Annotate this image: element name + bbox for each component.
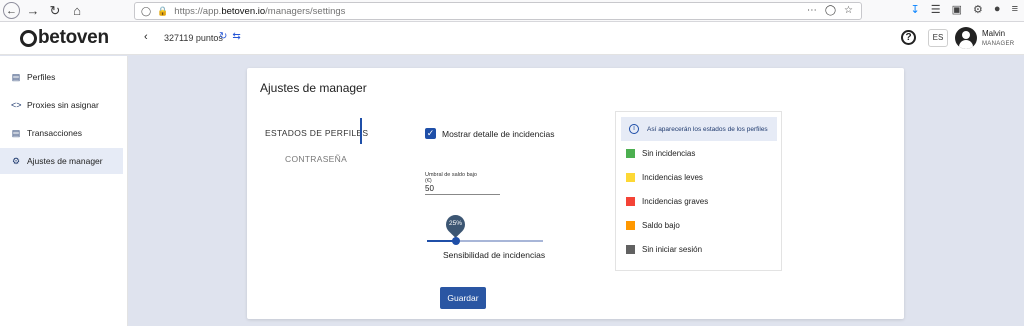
sidebar: ▤ Perfiles <> Proxies sin asignar ▤ Tran… xyxy=(0,56,128,326)
shield-icon: ◯ xyxy=(141,5,152,16)
show-incidents-checkbox[interactable]: ✓ xyxy=(425,128,436,139)
sidebar-item-proxies[interactable]: <> Proxies sin asignar xyxy=(0,92,123,118)
download-icon[interactable]: ↧ xyxy=(911,3,920,16)
status-swatch-yellow xyxy=(626,173,635,182)
threshold-input[interactable]: 50 xyxy=(425,184,434,193)
info-icon: i xyxy=(629,124,639,134)
legend-item: Sin incidencias xyxy=(626,149,695,158)
help-icon[interactable]: ? xyxy=(901,30,916,45)
legend-item: Incidencias graves xyxy=(626,197,708,206)
tab-contrasena[interactable]: CONTRASEÑA xyxy=(285,154,347,164)
bookmark-star-icon[interactable]: ☆ xyxy=(844,5,853,16)
status-swatch-orange xyxy=(626,221,635,230)
page-actions-icon[interactable]: ⋯ xyxy=(807,5,817,16)
browser-toolbar: ← → ↻ ⌂ ◯ 🔒 https://app.betoven.io/manag… xyxy=(0,0,1024,22)
points-balance: 327119 puntos xyxy=(164,33,223,43)
extension-icon[interactable]: ⚙ xyxy=(973,3,983,16)
firefox-account-icon[interactable]: ● xyxy=(994,3,1001,16)
document-icon: ▤ xyxy=(11,127,21,138)
menu-icon[interactable]: ≡ xyxy=(1012,3,1018,16)
user-name: Malvin xyxy=(982,29,1006,38)
avatar[interactable] xyxy=(955,27,977,49)
profile-card-icon: ▤ xyxy=(11,71,21,82)
slider-label: Sensibilidad de incidencias xyxy=(443,250,546,260)
status-swatch-gray xyxy=(626,245,635,254)
checkbox-label: Mostrar detalle de incidencias xyxy=(442,129,555,139)
collapse-chevron-icon[interactable]: ‹ xyxy=(144,31,148,43)
active-tab-indicator xyxy=(360,118,362,144)
browser-home-icon[interactable]: ⌂ xyxy=(68,2,86,20)
browser-forward-icon[interactable]: → xyxy=(24,2,42,20)
legend-item: Incidencias leves xyxy=(626,173,703,182)
lock-icon: 🔒 xyxy=(157,5,169,16)
status-legend: i Así aparecerán los estados de los perf… xyxy=(615,111,782,271)
logo[interactable]: betoven xyxy=(20,27,109,49)
tab-estados-perfiles[interactable]: ESTADOS DE PERFILES xyxy=(265,128,368,138)
language-button[interactable]: ES xyxy=(928,29,948,47)
legend-info-banner: i Así aparecerán los estados de los perf… xyxy=(621,117,777,141)
status-swatch-green xyxy=(626,149,635,158)
legend-item: Sin iniciar sesión xyxy=(626,245,702,254)
threshold-input-underline xyxy=(425,194,500,195)
refresh-icon[interactable]: ↻ xyxy=(219,31,227,42)
swap-icon[interactable]: ⇆ xyxy=(232,31,240,42)
sidebar-item-transacciones[interactable]: ▤ Transacciones xyxy=(0,120,123,146)
app-header: betoven ‹ 327119 puntos ↻ ⇆ ? ES Malvin … xyxy=(0,22,1024,55)
settings-card: Ajustes de manager ESTADOS DE PERFILES C… xyxy=(247,68,904,319)
slider-value-text: 25% xyxy=(448,220,462,227)
sidebar-toggle-icon[interactable]: ▣ xyxy=(952,3,962,16)
library-icon[interactable]: ☰ xyxy=(931,3,941,16)
sensitivity-slider-thumb[interactable] xyxy=(452,237,460,245)
page-title: Ajustes de manager xyxy=(260,81,367,95)
sidebar-item-perfiles[interactable]: ▤ Perfiles xyxy=(0,64,123,90)
url-text: https://app.betoven.io/managers/settings xyxy=(174,5,346,17)
save-button[interactable]: Guardar xyxy=(440,287,486,309)
logo-circle-icon xyxy=(20,29,37,47)
browser-back-icon[interactable]: ← xyxy=(3,2,20,19)
code-arrows-icon: <> xyxy=(11,100,22,110)
gear-icon: ⚙ xyxy=(11,155,21,166)
threshold-label: Umbral de saldo bajo (€) xyxy=(425,172,477,184)
legend-item: Saldo bajo xyxy=(626,221,680,230)
url-bar[interactable]: ◯ 🔒 https://app.betoven.io/managers/sett… xyxy=(134,2,862,20)
browser-reload-icon[interactable]: ↻ xyxy=(46,2,64,20)
user-role: MANAGER xyxy=(982,41,1015,47)
sidebar-item-ajustes[interactable]: ⚙ Ajustes de manager xyxy=(0,148,123,174)
status-swatch-red xyxy=(626,197,635,206)
pocket-icon[interactable]: ◯ xyxy=(825,5,836,16)
